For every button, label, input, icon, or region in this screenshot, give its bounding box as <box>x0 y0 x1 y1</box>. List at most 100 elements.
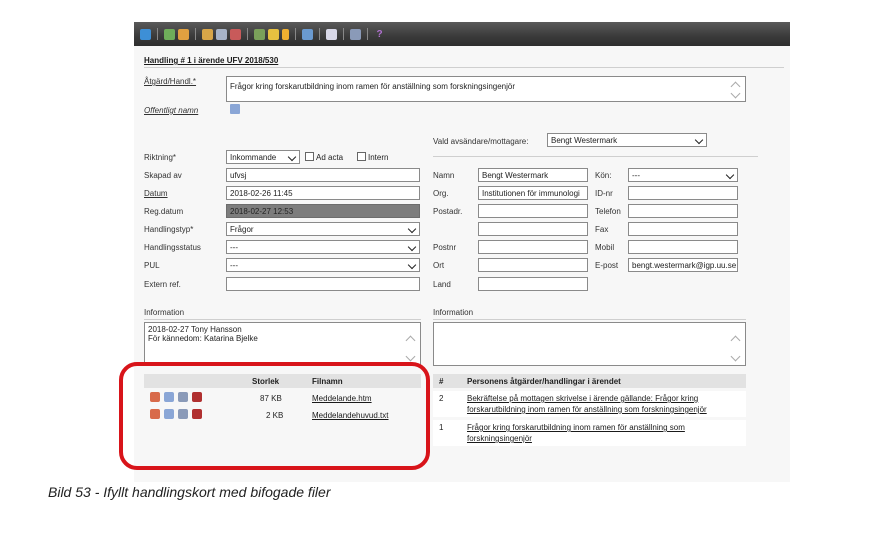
toolbar-divider <box>367 28 368 40</box>
info-line-2: För kännedom: Katarina Bjelke <box>148 334 258 343</box>
atgard-label[interactable]: Åtgärd/Handl.* <box>144 77 196 86</box>
skapad-label: Skapad av <box>144 171 182 180</box>
info-right-divider <box>433 319 746 320</box>
pul-label: PUL <box>144 261 160 270</box>
toolbar-divider <box>157 28 158 40</box>
action-line-2[interactable]: forskarutbildning inom ramen för anställ… <box>467 405 707 414</box>
pul-select[interactable]: --- <box>226 258 420 272</box>
namn-label: Namn <box>433 171 455 180</box>
postadr-field[interactable] <box>478 204 588 218</box>
handlingsstatus-select[interactable]: --- <box>226 240 420 254</box>
org-field[interactable]: Institutionen för immunologi <box>478 186 588 200</box>
regdatum-value: 2018-02-27 12:53 <box>230 207 294 216</box>
action-row[interactable]: 2 Bekräftelse på mottagen skrivelse i är… <box>433 391 746 417</box>
offentligt-label[interactable]: Offentligt namn <box>144 106 198 115</box>
toolbar-divider <box>295 28 296 40</box>
vald-label: Vald avsändare/mottagare: <box>433 137 529 146</box>
scroll-up-icon[interactable] <box>730 335 741 346</box>
information-left-textarea[interactable]: 2018-02-27 Tony Hansson För kännedom: Ka… <box>144 322 421 366</box>
handlingsstatus-value: --- <box>230 243 238 252</box>
ort-field[interactable] <box>478 258 588 272</box>
handlingsstatus-label: Handlingsstatus <box>144 243 201 252</box>
epost-label: E-post <box>595 261 619 270</box>
checkbox-box[interactable] <box>305 152 314 161</box>
new-document-icon[interactable] <box>164 28 175 40</box>
telefon-field[interactable] <box>628 204 738 218</box>
riktning-select[interactable]: Inkommande <box>226 150 300 164</box>
vald-select[interactable]: Bengt Westermark <box>547 133 707 147</box>
idnr-field[interactable] <box>628 186 738 200</box>
atgard-value: Frågor kring forskarutbildning inom rame… <box>230 82 516 91</box>
namn-field[interactable]: Bengt Westermark <box>478 168 588 182</box>
extern-field[interactable] <box>226 277 420 291</box>
copy-icon[interactable] <box>230 104 240 114</box>
check-icon[interactable] <box>350 28 361 40</box>
fax-field[interactable] <box>628 222 738 236</box>
action-line-1[interactable]: Frågor kring forskarutbildning inom rame… <box>467 423 685 432</box>
home-icon[interactable] <box>178 28 189 40</box>
skapad-field[interactable]: ufvsj <box>226 168 420 182</box>
lock-icon[interactable] <box>268 28 279 40</box>
mobil-field[interactable] <box>628 240 738 254</box>
action-line-1[interactable]: Bekräftelse på mottagen skrivelse i ären… <box>467 394 698 403</box>
atgard-field[interactable]: Frågor kring forskarutbildning inom rame… <box>226 76 746 102</box>
delete-mail-icon[interactable] <box>230 28 241 40</box>
postnr-label: Postnr <box>433 243 457 252</box>
toolbar-divider <box>247 28 248 40</box>
information-right-textarea[interactable] <box>433 322 746 366</box>
action-row[interactable]: 1 Frågor kring forskarutbildning inom ra… <box>433 420 746 446</box>
actions-col-num[interactable]: # <box>439 377 443 386</box>
fax-label: Fax <box>595 225 609 234</box>
skapad-value: ufvsj <box>230 171 247 180</box>
handlingstyp-label: Handlingstyp* <box>144 225 194 234</box>
datum-label[interactable]: Datum <box>144 189 168 198</box>
epost-field[interactable]: bengt.westermark@igp.uu.se <box>628 258 738 272</box>
vald-value: Bengt Westermark <box>551 136 618 145</box>
datum-value: 2018-02-26 11:45 <box>230 189 293 198</box>
page-title[interactable]: Handling # 1 i ärende UFV 2018/530 <box>144 56 278 65</box>
postadr-label: Postadr. <box>433 207 463 216</box>
title-divider <box>144 67 784 68</box>
scroll-down-icon[interactable] <box>730 351 741 362</box>
postadr2-field[interactable] <box>478 222 588 236</box>
save-icon[interactable] <box>140 28 151 40</box>
action-line-2[interactable]: forskningsingenjör <box>467 434 532 443</box>
adacta-checkbox[interactable]: Ad acta <box>305 152 343 162</box>
ort-label: Ort <box>433 261 445 270</box>
land-field[interactable] <box>478 277 588 291</box>
handlingstyp-select[interactable]: Frågor <box>226 222 420 236</box>
actions-col-title[interactable]: Personens åtgärder/handlingar i ärendet <box>467 377 621 386</box>
epost-value: bengt.westermark@igp.uu.se <box>632 261 737 270</box>
postnr-field[interactable] <box>478 240 588 254</box>
scroll-down-icon[interactable] <box>730 88 741 99</box>
toolbar-divider <box>319 28 320 40</box>
checkbox-box[interactable] <box>357 152 366 161</box>
right-divider <box>433 156 758 157</box>
help-icon[interactable]: ? <box>374 29 385 40</box>
scroll-down-icon[interactable] <box>405 351 416 362</box>
mail-icon[interactable] <box>216 28 227 40</box>
handlingstyp-value: Frågor <box>230 225 254 234</box>
kon-value: --- <box>632 171 640 180</box>
info-line-1: 2018-02-27 Tony Hansson <box>148 325 242 334</box>
information-right-label: Information <box>433 308 474 317</box>
extern-label: Extern ref. <box>144 280 181 289</box>
lightning-icon[interactable] <box>282 28 289 40</box>
edit-icon[interactable] <box>254 28 265 40</box>
riktning-label: Riktning* <box>144 153 177 162</box>
datum-field[interactable]: 2018-02-26 11:45 <box>226 186 420 200</box>
idnr-label: ID-nr <box>595 189 613 198</box>
figure-caption: Bild 53 - Ifyllt handlingskort med bifog… <box>48 484 331 500</box>
pul-value: --- <box>230 261 238 270</box>
highlight-box <box>119 362 430 470</box>
intern-checkbox[interactable]: Intern <box>357 152 388 162</box>
org-value: Institutionen för immunologi <box>482 189 580 198</box>
kon-label: Kön: <box>595 171 612 180</box>
copy-icon[interactable] <box>302 28 313 40</box>
land-label: Land <box>433 280 451 289</box>
kon-select[interactable]: --- <box>628 168 738 182</box>
toolbar: ? <box>134 22 790 46</box>
document-icon[interactable] <box>326 28 337 40</box>
person-icon[interactable] <box>202 28 213 40</box>
toolbar-divider <box>343 28 344 40</box>
